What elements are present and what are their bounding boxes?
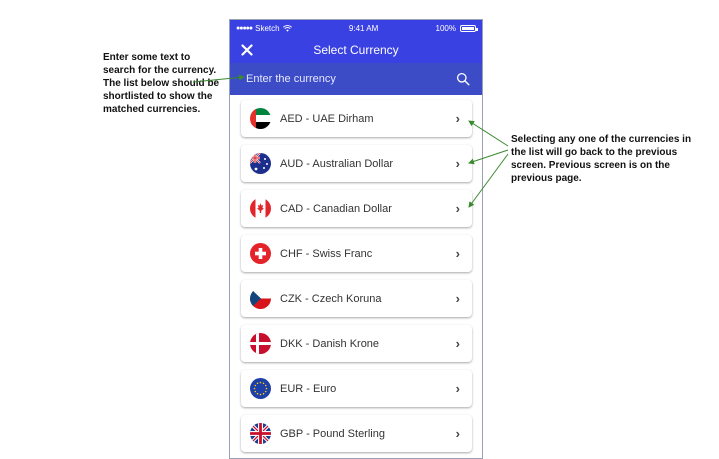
currency-label: CZK - Czech Koruna: [280, 292, 382, 305]
currency-row-eur[interactable]: EUR - Euro ›: [241, 370, 472, 407]
currency-row-chf[interactable]: CHF - Swiss Franc ›: [241, 235, 472, 272]
chevron-right-icon: ›: [455, 426, 460, 441]
phone-screen: ●●●●● Sketch 9:41 AM 100% Select Currenc…: [229, 19, 483, 459]
currency-row-dkk[interactable]: DKK - Danish Krone ›: [241, 325, 472, 362]
currency-row-czk[interactable]: CZK - Czech Koruna ›: [241, 280, 472, 317]
chevron-right-icon: ›: [455, 111, 460, 126]
chevron-right-icon: ›: [455, 156, 460, 171]
annotation-select-note: Selecting any one of the currencies in t…: [511, 134, 692, 184]
australia-flag-icon: [250, 153, 271, 174]
currency-label: CAD - Canadian Dollar: [280, 202, 392, 215]
currency-label: AED - UAE Dirham: [280, 112, 374, 125]
canada-flag-icon: [250, 198, 271, 219]
status-bar: ●●●●● Sketch 9:41 AM 100%: [230, 20, 482, 37]
wifi-icon: [282, 25, 292, 32]
search-input[interactable]: [246, 73, 436, 85]
battery-percent: 100%: [435, 24, 456, 33]
chevron-right-icon: ›: [455, 336, 460, 351]
currency-row-gbp[interactable]: GBP - Pound Sterling ›: [241, 415, 472, 452]
status-time: 9:41 AM: [348, 24, 379, 33]
uae-flag-icon: [250, 108, 271, 129]
search-bar: [230, 63, 482, 95]
currency-label: CHF - Swiss Franc: [280, 247, 373, 260]
chevron-right-icon: ›: [455, 291, 460, 306]
currency-row-cad[interactable]: CAD - Canadian Dollar ›: [241, 190, 472, 227]
search-icon[interactable]: [456, 72, 470, 86]
currency-label: AUD - Australian Dollar: [280, 157, 394, 170]
annotation-search-note: Enter some text to search for the curren…: [103, 52, 220, 115]
currency-label: DKK - Danish Krone: [280, 337, 380, 350]
signal-dots-icon: ●●●●●: [236, 25, 253, 32]
carrier-label: Sketch: [255, 24, 280, 33]
uk-flag-icon: [250, 423, 271, 444]
chevron-right-icon: ›: [455, 201, 460, 216]
chevron-right-icon: ›: [455, 381, 460, 396]
chevron-right-icon: ›: [455, 246, 460, 261]
currency-label: EUR - Euro: [280, 382, 337, 395]
page-title: Select Currency: [313, 43, 399, 57]
close-icon: [241, 44, 253, 56]
navigation-bar: Select Currency: [230, 37, 482, 63]
close-button[interactable]: [237, 40, 257, 60]
currency-label: GBP - Pound Sterling: [280, 427, 385, 440]
currency-row-aed[interactable]: AED - UAE Dirham ›: [241, 100, 472, 137]
currency-row-aud[interactable]: AUD - Australian Dollar ›: [241, 145, 472, 182]
battery-icon: [460, 25, 478, 32]
eu-flag-icon: [250, 378, 271, 399]
denmark-flag-icon: [250, 333, 271, 354]
currency-list: AED - UAE Dirham › AUD - Australian Doll…: [230, 95, 482, 452]
switzerland-flag-icon: [250, 243, 271, 264]
czech-flag-icon: [250, 288, 271, 309]
